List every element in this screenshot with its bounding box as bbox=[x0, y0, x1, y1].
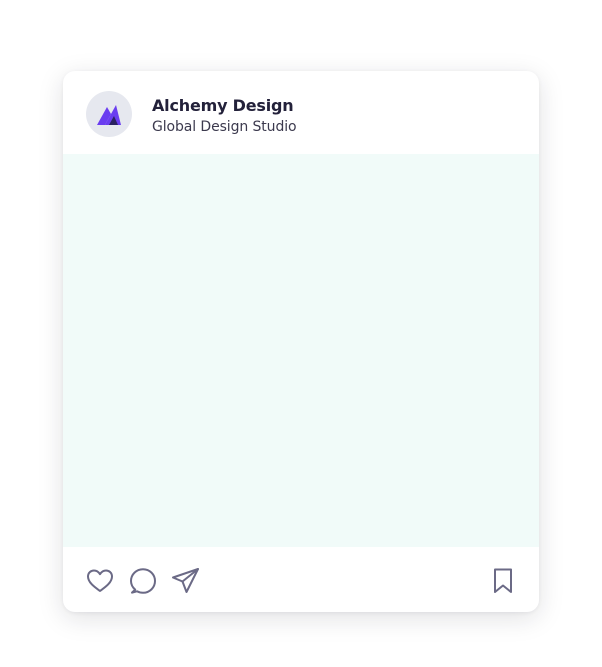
post-actions bbox=[63, 547, 539, 612]
post-header: Alchemy Design Global Design Studio bbox=[63, 71, 539, 154]
post-card: Alchemy Design Global Design Studio bbox=[63, 71, 539, 612]
avatar[interactable] bbox=[86, 91, 132, 137]
account-name[interactable]: Alchemy Design bbox=[152, 95, 297, 117]
like-button[interactable] bbox=[85, 566, 115, 596]
share-button[interactable] bbox=[171, 566, 201, 596]
heart-icon bbox=[87, 569, 113, 592]
speech-bubble-icon bbox=[130, 568, 156, 594]
account-subtitle: Global Design Studio bbox=[152, 119, 297, 135]
save-button[interactable] bbox=[488, 566, 518, 596]
bookmark-icon bbox=[494, 568, 512, 593]
paper-plane-icon bbox=[172, 568, 199, 593]
alchemy-logo-icon bbox=[97, 105, 121, 125]
comment-button[interactable] bbox=[128, 566, 158, 596]
page: Alchemy Design Global Design Studio bbox=[0, 0, 602, 667]
post-media[interactable] bbox=[63, 154, 539, 547]
account-info: Alchemy Design Global Design Studio bbox=[152, 95, 297, 137]
